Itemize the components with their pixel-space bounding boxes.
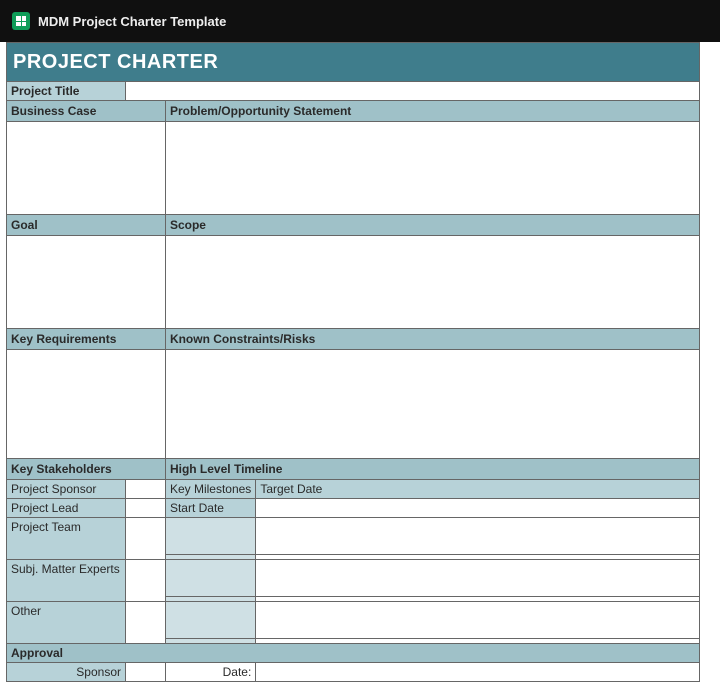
lbl-project-sponsor: Project Sponsor [7, 480, 126, 499]
tl-ms-5[interactable] [165, 602, 255, 639]
scope-input[interactable] [165, 236, 699, 329]
sec-keyreq: Key Requirements [7, 329, 166, 350]
business-case-input[interactable] [7, 122, 166, 215]
sec-business-case: Business Case [7, 101, 166, 122]
problem-input[interactable] [165, 122, 699, 215]
val-other[interactable] [126, 602, 166, 644]
lbl-project-team: Project Team [7, 518, 126, 560]
sec-stakeholders: Key Stakeholders [7, 459, 166, 480]
sec-goal: Goal [7, 215, 166, 236]
sec-risks: Known Constraints/Risks [165, 329, 699, 350]
tl-ms-1[interactable] [165, 518, 255, 555]
val-sponsor[interactable] [126, 663, 166, 682]
google-sheets-icon [12, 12, 30, 30]
lbl-sme: Subj. Matter Experts [7, 560, 126, 602]
tl-ms-3[interactable] [165, 560, 255, 597]
project-title-input[interactable] [126, 82, 700, 101]
val-project-sponsor[interactable] [126, 480, 166, 499]
tl-tg-3[interactable] [256, 560, 700, 597]
goal-input[interactable] [7, 236, 166, 329]
tl-tg-1[interactable] [256, 518, 700, 555]
tl-tg-5[interactable] [256, 602, 700, 639]
val-sme[interactable] [126, 560, 166, 602]
charter-table: PROJECT CHARTER Project Title Business C… [6, 42, 700, 682]
sec-scope: Scope [165, 215, 699, 236]
val-project-lead[interactable] [126, 499, 166, 518]
lbl-date: Date: [165, 663, 255, 682]
col-target: Target Date [256, 480, 700, 499]
sec-problem: Problem/Opportunity Statement [165, 101, 699, 122]
page-title: PROJECT CHARTER [7, 43, 700, 82]
window-titlebar: MDM Project Charter Template [0, 0, 720, 42]
lbl-sponsor: Sponsor [7, 663, 126, 682]
keyreq-input[interactable] [7, 350, 166, 459]
lbl-project-lead: Project Lead [7, 499, 126, 518]
lbl-other: Other [7, 602, 126, 644]
val-project-team[interactable] [126, 518, 166, 560]
sec-timeline: High Level Timeline [165, 459, 699, 480]
project-title-label: Project Title [7, 82, 126, 101]
sec-approval: Approval [7, 644, 700, 663]
risks-input[interactable] [165, 350, 699, 459]
val-date[interactable] [256, 663, 700, 682]
lbl-start-date: Start Date [165, 499, 255, 518]
sheet-scroll-area[interactable]: PROJECT CHARTER Project Title Business C… [0, 42, 720, 683]
val-start-date[interactable] [256, 499, 700, 518]
col-milestones: Key Milestones [165, 480, 255, 499]
document-title: MDM Project Charter Template [38, 14, 226, 29]
